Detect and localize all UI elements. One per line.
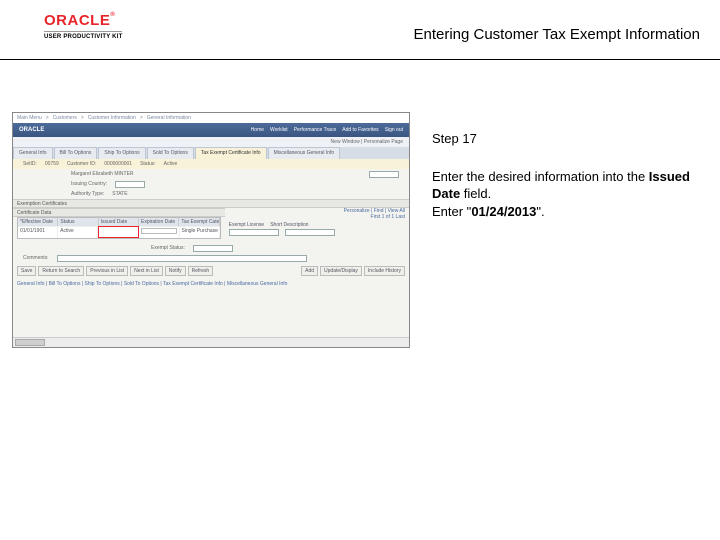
- setid-label: SetID:: [23, 161, 37, 167]
- page-title: Entering Customer Tax Exempt Information: [413, 26, 700, 43]
- authority-type-value: STATE: [112, 191, 127, 197]
- refresh-button[interactable]: Refresh: [188, 266, 214, 276]
- cell-expiration-date[interactable]: [139, 226, 179, 238]
- exempt-status-select[interactable]: [193, 245, 233, 252]
- update-display-button[interactable]: Update/Display: [320, 266, 362, 276]
- action-button-bar: Save Return to Search Previous in List N…: [13, 263, 409, 279]
- instruction-panel: Step 17 Enter the desired information in…: [432, 130, 700, 220]
- customer-name-row: Margaret Elizabeth MINTER: [13, 169, 409, 179]
- sub-nav[interactable]: New Window | Personalize Page: [13, 137, 409, 147]
- issuing-country-row: Issuing Country:: [13, 179, 409, 189]
- instruction-text: ".: [536, 204, 544, 219]
- grid-header-row: *Effective Date Status Issued Date Expir…: [18, 218, 220, 226]
- issued-date-field[interactable]: [98, 226, 139, 238]
- status-value: Active: [164, 161, 178, 167]
- setid-value: 00759: [45, 161, 59, 167]
- include-history-button[interactable]: Include History: [364, 266, 405, 276]
- breadcrumb-item[interactable]: Customer Information: [88, 115, 136, 121]
- return-to-search-button[interactable]: Return to Search: [38, 266, 84, 276]
- tab-sold-to[interactable]: Sold To Options: [147, 147, 194, 159]
- oracle-logo-text: ORACLE: [44, 12, 110, 29]
- tab-general-info[interactable]: General Info: [13, 147, 53, 159]
- oracle-logo: ORACLE®: [44, 12, 122, 29]
- next-in-list-button[interactable]: Next in List: [130, 266, 163, 276]
- short-desc-input[interactable]: [285, 229, 335, 236]
- instruction-text: field.: [460, 186, 491, 201]
- comments-input[interactable]: [57, 255, 307, 262]
- col-status[interactable]: Status: [58, 218, 98, 226]
- tab-bill-to[interactable]: Bill To Options: [54, 147, 98, 159]
- breadcrumb-item[interactable]: Main Menu: [17, 115, 42, 121]
- brand-logo-block: ORACLE® USER PRODUCTIVITY KIT: [44, 12, 122, 40]
- instruction-line-2: Enter "01/24/2013".: [432, 203, 700, 221]
- tab-tax-exempt[interactable]: Tax Exempt Certificate Info: [195, 147, 267, 159]
- exempt-status-row: Exempt Status:: [13, 243, 409, 253]
- custid-value: 0000000001: [104, 161, 132, 167]
- short-desc-label: Short Description: [270, 222, 308, 228]
- identity-row: SetID: 00759 Customer ID: 0000000001 Sta…: [13, 159, 409, 169]
- instruction-text: Enter the desired information into the: [432, 169, 649, 184]
- page-tabs: General Info Bill To Options Ship To Opt…: [13, 147, 409, 159]
- exemption-certificates-header: Exemption Certificates: [13, 199, 409, 208]
- nav-home[interactable]: Home: [251, 127, 264, 133]
- breadcrumb-item[interactable]: Customers: [53, 115, 77, 121]
- authority-type-label: Authority Type:: [71, 191, 104, 197]
- customer-name: Margaret Elizabeth MINTER: [71, 171, 134, 177]
- breadcrumb-item[interactable]: General Information: [147, 115, 191, 121]
- scrollbar-thumb[interactable]: [15, 339, 45, 346]
- tab-misc[interactable]: Miscellaneous General Info: [268, 147, 341, 159]
- certificate-data-header: Certificate Data: [13, 208, 225, 217]
- tab-ship-to[interactable]: Ship To Options: [98, 147, 145, 159]
- nav-signout[interactable]: Sign out: [385, 127, 403, 133]
- footer-tab-links[interactable]: General Info | Bill To Options | Ship To…: [13, 279, 409, 289]
- table-row: 01/01/1901 Active Single Purchase: [18, 226, 220, 238]
- step-label: Step 17: [432, 130, 700, 148]
- horizontal-scrollbar[interactable]: [13, 337, 409, 347]
- comments-label: Comments:: [23, 255, 49, 261]
- col-expiration-date[interactable]: Expiration Date: [139, 218, 179, 226]
- lookup-icon[interactable]: [369, 171, 399, 178]
- instruction-text: Enter ": [432, 204, 471, 219]
- col-issued-date[interactable]: Issued Date: [99, 218, 139, 226]
- certificate-grid: *Effective Date Status Issued Date Expir…: [17, 217, 221, 239]
- notify-button[interactable]: Notify: [165, 266, 186, 276]
- nav-perf-trace[interactable]: Performance Trace: [294, 127, 337, 133]
- page-header: ORACLE® USER PRODUCTIVITY KIT Entering C…: [0, 12, 720, 60]
- app-logo: ORACLE: [19, 127, 44, 133]
- nav-favorites[interactable]: Add to Favorites: [342, 127, 378, 133]
- global-nav-links: Home Worklist Performance Trace Add to F…: [251, 127, 403, 133]
- exempt-license-label: Exempt License: [229, 222, 265, 228]
- col-effective-date[interactable]: *Effective Date: [18, 218, 58, 226]
- instruction-line-1: Enter the desired information into the I…: [432, 168, 700, 203]
- upk-subbrand: USER PRODUCTIVITY KIT: [44, 31, 122, 40]
- prev-in-list-button[interactable]: Previous in List: [86, 266, 128, 276]
- issuing-country-label: Issuing Country:: [71, 181, 107, 187]
- add-button[interactable]: Add: [301, 266, 318, 276]
- global-navbar: ORACLE Home Worklist Performance Trace A…: [13, 123, 409, 137]
- cell-status[interactable]: Active: [58, 226, 98, 238]
- instruction-value: 01/24/2013: [471, 204, 536, 219]
- comments-row: Comments:: [13, 253, 409, 263]
- breadcrumb: Main Menu> Customers> Customer Informati…: [13, 113, 409, 123]
- cell-effective-date[interactable]: 01/01/1901: [18, 226, 58, 238]
- exempt-status-label: Exempt Status:: [151, 245, 185, 251]
- issuing-country-input[interactable]: [115, 181, 145, 188]
- save-button[interactable]: Save: [17, 266, 36, 276]
- col-tax-exempt-category[interactable]: Tax Exempt Category: [179, 218, 219, 226]
- app-screenshot: Main Menu> Customers> Customer Informati…: [12, 112, 410, 348]
- custid-label: Customer ID:: [67, 161, 96, 167]
- cell-category[interactable]: Single Purchase: [180, 226, 220, 238]
- authority-type-row: Authority Type: STATE: [13, 189, 409, 199]
- grid-paging[interactable]: First 1 of 1 Last: [229, 214, 405, 220]
- nav-worklist[interactable]: Worklist: [270, 127, 288, 133]
- exempt-license-input[interactable]: [229, 229, 279, 236]
- status-label: Status:: [140, 161, 156, 167]
